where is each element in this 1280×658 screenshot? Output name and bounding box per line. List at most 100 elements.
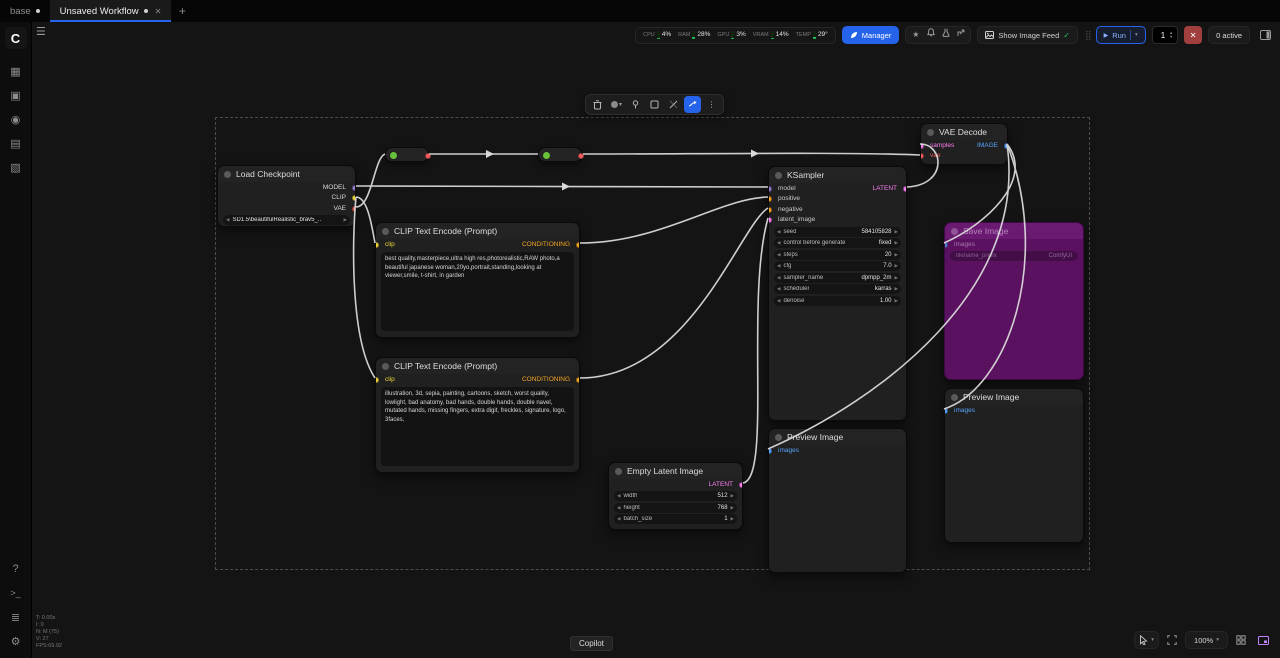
slot-images-in[interactable] [944,408,948,414]
collapse-dot[interactable] [615,468,622,475]
sidebar-item-workflows[interactable]: ▦ [4,60,28,82]
slot-model-in[interactable] [768,186,772,192]
slot-clip-in[interactable] [375,377,379,383]
scheduler-widget[interactable]: ◀schedulerkarras▶ [774,284,901,294]
dec-icon[interactable]: ◀ [777,252,780,258]
combo-right-icon[interactable]: ▶ [344,217,347,223]
fit-view-button[interactable] [1163,631,1181,649]
manager-button[interactable]: Manager [842,26,900,44]
control-before-generate-widget[interactable]: ◀control before generatefixed▶ [774,238,901,248]
prompt-textarea[interactable]: illustration, 3d, sepia, painting, carto… [381,387,574,466]
node-ksampler[interactable]: KSampler model LATENT positive negative … [768,166,907,421]
slot-conditioning-out[interactable] [576,377,580,383]
collapse-dot[interactable] [390,152,397,159]
run-options-chevron-icon[interactable]: ▾ [1135,32,1138,38]
filename-prefix-widget[interactable]: filename_prefixComfyUI [950,251,1078,261]
slot-conditioning-out[interactable] [576,242,580,248]
steps-widget[interactable]: ◀steps20▶ [774,250,901,260]
dec-icon[interactable]: ◀ [777,298,780,304]
delete-button[interactable] [589,96,606,113]
seed-widget[interactable]: ◀seed584105828▶ [774,227,901,237]
collapse-dot[interactable] [775,434,782,441]
decrement-icon[interactable]: ▼ [1169,35,1173,39]
show-image-feed-button[interactable]: Show Image Feed ✓ [977,26,1078,44]
zoom-control[interactable]: 100%▾ [1185,631,1228,649]
dec-icon[interactable]: ◀ [617,493,620,499]
inc-icon[interactable]: ▶ [895,298,898,304]
batch-count-stepper[interactable]: 1 ▲ ▼ [1152,26,1178,44]
flask-icon[interactable] [938,27,953,43]
slot-latent-out[interactable] [739,482,743,488]
inc-icon[interactable]: ▶ [895,275,898,281]
slot-images-in[interactable] [768,448,772,454]
slot-clip-in[interactable] [375,242,379,248]
star-icon[interactable]: ★ [908,27,923,43]
node-clip-text-encode-negative[interactable]: CLIP Text Encode (Prompt) clip CONDITION… [375,357,580,473]
slot-latent-out[interactable] [903,186,907,192]
node-load-checkpoint[interactable]: Load Checkpoint MODEL CLIP VAE ◀ SD1.5\b… [217,165,356,227]
slot-clip-out[interactable] [352,195,356,201]
denoise-widget[interactable]: ◀denoise1.00▶ [774,296,901,306]
collapse-dot[interactable] [927,129,934,136]
collapse-dot[interactable] [543,152,550,159]
sidebar-item-gallery[interactable]: ▣ [4,84,28,106]
inc-icon[interactable]: ▶ [731,493,734,499]
system-stats-panel[interactable]: CPU4% RAM28% GPU3% VRAM14% TEMP29° [635,27,836,44]
slot-images-in[interactable] [944,242,948,248]
inc-icon[interactable]: ▶ [895,286,898,292]
clear-queue-button[interactable]: ✕ [1184,26,1202,44]
canvas-menu-icon[interactable]: ☰ [36,25,46,38]
toggle-grid-button[interactable] [1232,631,1250,649]
pin-button[interactable] [627,96,644,113]
ckpt-name-combo[interactable]: ◀ SD1.5\beautifulRealistic_brav5_.. ▶ [223,215,350,225]
more-options-button[interactable]: ⋮ [703,96,720,113]
slot-latent-in[interactable] [768,217,772,223]
collapse-dot[interactable] [775,172,782,179]
sidebar-item-model-library[interactable]: ▤ [4,132,28,154]
logs-icon[interactable]: ≣ [4,606,28,628]
sidebar-item-templates[interactable]: ▧ [4,156,28,178]
inc-icon[interactable]: ▶ [731,505,734,511]
node-clip-text-encode-positive[interactable]: CLIP Text Encode (Prompt) clip CONDITION… [375,222,580,338]
inc-icon[interactable]: ▶ [895,240,898,246]
batch-size-widget[interactable]: ◀batch_size1▶ [614,514,737,524]
comfyui-logo[interactable]: C [5,27,27,49]
share-icon[interactable] [953,27,968,43]
inc-icon[interactable]: ▶ [895,252,898,258]
help-icon[interactable]: ? [4,558,28,580]
collapse-dot[interactable] [382,363,389,370]
node-preview-image-bottom[interactable]: Preview Image images [768,428,907,573]
dec-icon[interactable]: ◀ [777,275,780,281]
node-preview-image-right[interactable]: Preview Image images [944,388,1084,543]
settings-gear-icon[interactable]: ⚙ [4,630,28,652]
slot-vae-out[interactable] [352,206,356,212]
slot-samples-in[interactable] [920,143,924,149]
slot-vae-out[interactable] [425,153,431,159]
tab-unsaved-workflow[interactable]: Unsaved Workflow ✕ [50,0,172,22]
drag-handle-icon[interactable]: ⣿ [1084,30,1090,41]
node-save-image-bypassed[interactable]: Save Image images filename_prefixComfyUI [944,222,1084,380]
minimap-button[interactable] [1254,631,1272,649]
node-vae-decode[interactable]: VAE Decode samples IMAGE vae [920,123,1008,165]
bypass-button[interactable] [684,96,701,113]
bell-icon[interactable] [923,27,938,43]
sampler-name-widget[interactable]: ◀sampler_namedpmpp_2m▶ [774,273,901,283]
slot-vae-out[interactable] [578,153,584,159]
new-workflow-button[interactable]: + [171,0,193,22]
slot-image-out[interactable] [1004,143,1008,149]
slot-model-out[interactable] [352,185,356,191]
frame-nodes-button[interactable] [646,96,663,113]
inc-icon[interactable]: ▶ [731,516,734,522]
node-empty-latent-image[interactable]: Empty Latent Image LATENT ◀width512▶ ◀he… [608,462,743,530]
width-widget[interactable]: ◀width512▶ [614,491,737,501]
toggle-right-panel-button[interactable] [1256,26,1274,44]
sidebar-item-node-library[interactable]: ◉ [4,108,28,130]
tab-base[interactable]: base [0,0,50,22]
dec-icon[interactable]: ◀ [617,516,620,522]
close-tab-icon[interactable]: ✕ [155,7,162,16]
height-widget[interactable]: ◀height768▶ [614,503,737,513]
slot-vae-in[interactable] [920,153,924,159]
collapse-dot[interactable] [951,228,958,235]
dec-icon[interactable]: ◀ [777,263,780,269]
collapse-dot[interactable] [951,394,958,401]
